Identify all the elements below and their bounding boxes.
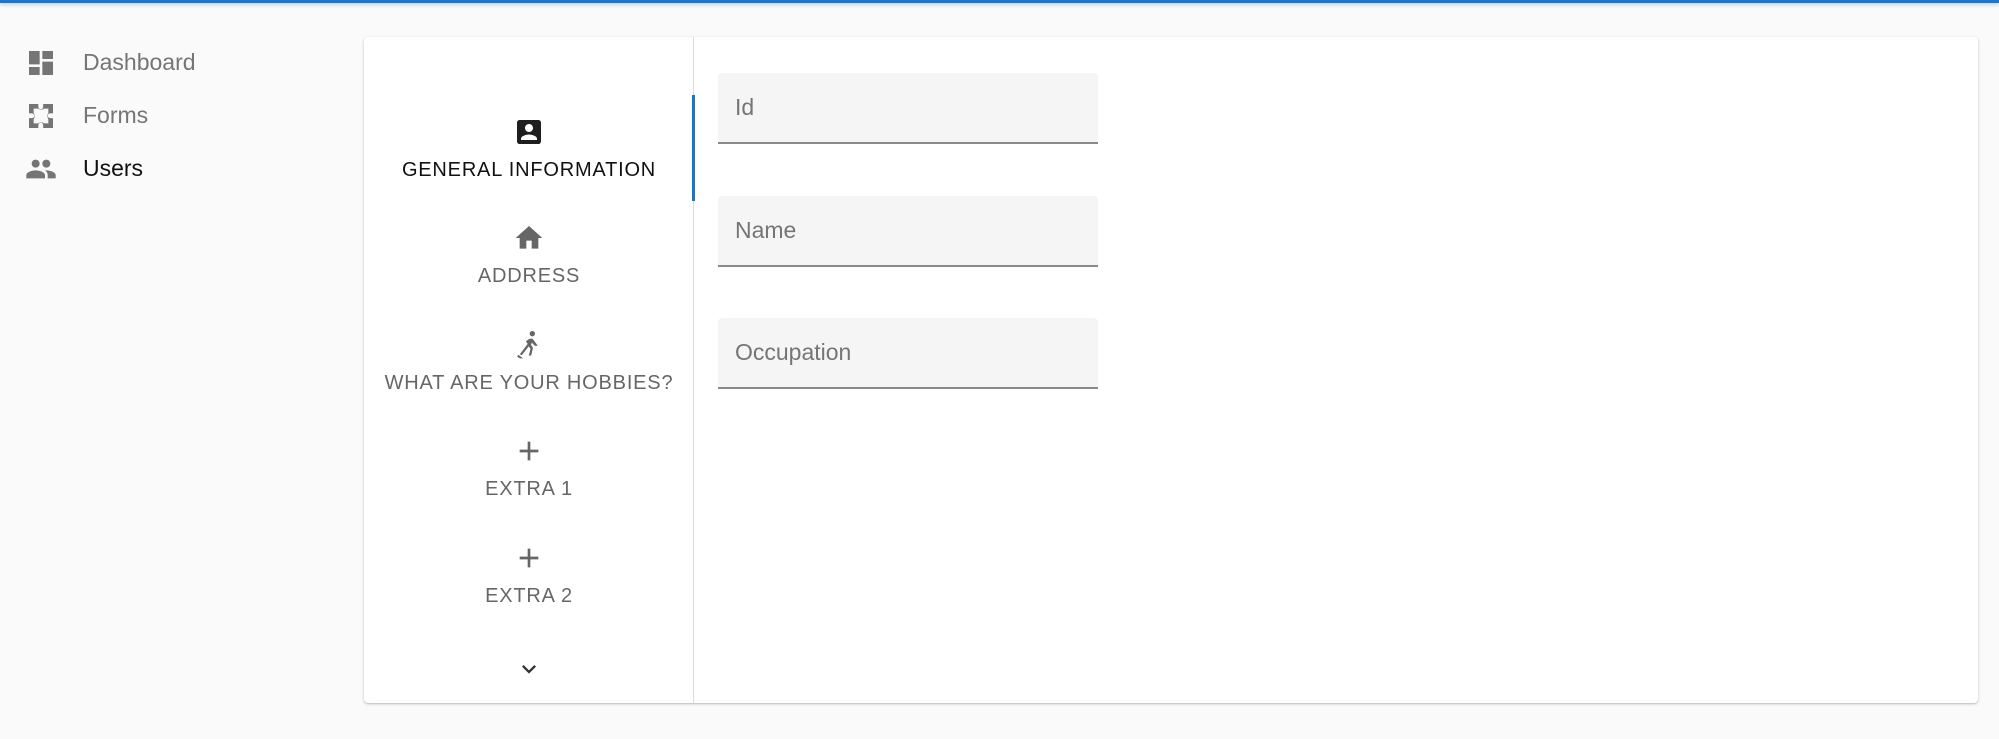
tabs-scroll-down-button[interactable] (364, 649, 694, 689)
tab-label: EXTRA 2 (485, 584, 573, 607)
id-input[interactable] (718, 73, 1098, 142)
plus-icon (512, 434, 546, 468)
account-box-icon (512, 115, 546, 149)
user-form-card: GENERAL INFORMATION ADDRESS WHAT ARE YOU… (364, 37, 1978, 703)
name-input[interactable] (718, 196, 1098, 265)
sidebar: Dashboard Forms Users (0, 36, 340, 195)
id-field[interactable] (718, 73, 1098, 144)
chevron-down-icon (522, 665, 536, 674)
active-tab-indicator (692, 95, 695, 201)
tab-address[interactable]: ADDRESS (364, 201, 694, 307)
tab-label: EXTRA 1 (485, 477, 573, 500)
sidebar-item-label: Users (83, 155, 144, 181)
occupation-input[interactable] (718, 318, 1098, 387)
tab-general-information[interactable]: GENERAL INFORMATION (364, 95, 694, 201)
vertical-tabs: GENERAL INFORMATION ADDRESS WHAT ARE YOU… (364, 37, 695, 703)
occupation-field[interactable] (718, 318, 1098, 389)
name-field[interactable] (718, 196, 1098, 267)
sidebar-item-forms[interactable]: Forms (0, 89, 340, 142)
tab-extra-1[interactable]: EXTRA 1 (364, 414, 694, 520)
people-icon (24, 152, 58, 186)
sidebar-item-label: Forms (83, 102, 149, 128)
tab-label: ADDRESS (477, 264, 581, 287)
top-loading-bar (0, 0, 1999, 3)
home-icon (512, 221, 546, 255)
tab-label: WHAT ARE YOUR HOBBIES? (384, 371, 674, 394)
sidebar-item-users[interactable]: Users (0, 142, 340, 195)
tab-extra-2[interactable]: EXTRA 2 (364, 521, 694, 627)
dashboard-icon (24, 46, 58, 80)
tab-label: GENERAL INFORMATION (401, 158, 657, 181)
hockey-player-icon (512, 328, 546, 362)
tab-hobbies[interactable]: WHAT ARE YOUR HOBBIES? (364, 308, 694, 414)
plus-icon (512, 541, 546, 575)
sidebar-item-dashboard[interactable]: Dashboard (0, 36, 340, 89)
extension-icon (24, 99, 58, 133)
sidebar-item-label: Dashboard (83, 49, 196, 75)
